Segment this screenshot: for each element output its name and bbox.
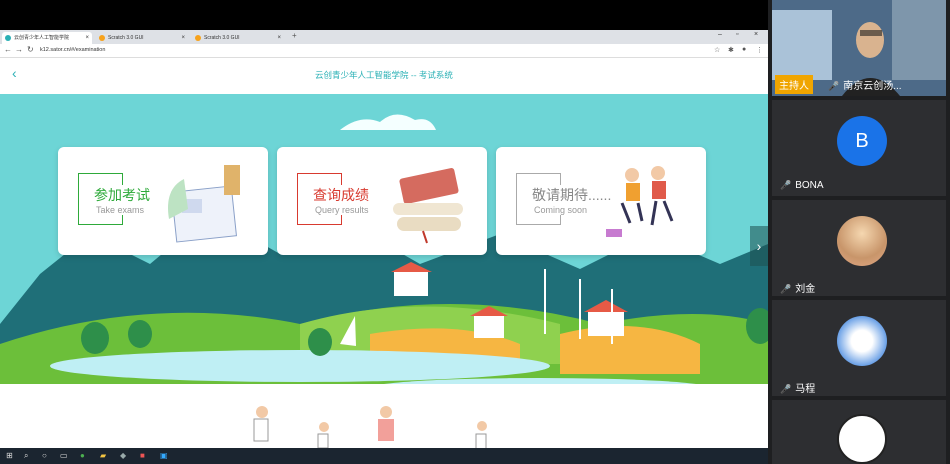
url-field[interactable]: k12.sator.cn/#/examination <box>40 47 105 53</box>
chrome-icon[interactable]: ● <box>80 451 85 460</box>
search-icon[interactable]: ⌕ <box>24 451 28 461</box>
page-header: ‹ 云创青少年人工智能学院 -- 考试系统 <box>0 58 768 94</box>
site-favicon <box>5 35 11 41</box>
tab-scratch-2[interactable]: Scratch 3.0 GUI × <box>192 32 284 44</box>
card-title-cn: 敬请期待...... <box>530 185 614 205</box>
close-icon[interactable]: × <box>277 32 281 44</box>
host-name: 🎤 南京云创汤... <box>828 81 902 92</box>
shared-screen: 云创青少年人工智能学院 × Scratch 3.0 GUI × Scratch … <box>0 0 768 464</box>
host-video-tile[interactable]: 主持人 🎤 南京云创汤... <box>772 0 946 96</box>
card-title-cn: 查询成绩 <box>311 185 371 205</box>
profile-icon[interactable]: ● <box>742 46 746 53</box>
avatar: B <box>837 116 887 166</box>
card-title-cn: 参加考试 <box>92 185 152 205</box>
avatar <box>837 414 887 464</box>
app-icon[interactable]: ◆ <box>120 451 126 460</box>
back-arrow-icon[interactable]: ← <box>4 45 12 54</box>
tab-label: 云创青少年人工智能学院 <box>14 35 70 41</box>
tab-scratch-1[interactable]: Scratch 3.0 GUI × <box>96 32 188 44</box>
card-title-en: Query results <box>313 205 371 215</box>
next-chevron-button[interactable]: › <box>750 226 768 266</box>
folder-icon[interactable]: ▰ <box>100 451 106 460</box>
star-icon[interactable]: ☆ <box>714 46 720 54</box>
browser-window: 云创青少年人工智能学院 × Scratch 3.0 GUI × Scratch … <box>0 30 768 448</box>
participant-name: 🎤 马程 <box>780 384 816 395</box>
close-icon[interactable]: × <box>181 32 185 44</box>
meeting-app-icon[interactable]: ▣ <box>160 451 168 460</box>
forward-arrow-icon[interactable]: → <box>15 45 23 54</box>
menu-icon[interactable]: ⋮ <box>756 46 763 54</box>
exam-ticket-illustration <box>168 165 240 243</box>
new-tab-button[interactable]: + <box>292 31 297 40</box>
participant-tile-bona[interactable]: B 🎤 BONA <box>772 100 946 196</box>
participant-tile-4[interactable] <box>772 400 946 464</box>
scratch-favicon <box>195 35 201 41</box>
windows-taskbar: ⊞ ⌕ ○ ▭ ● ▰ ◆ ■ ▣ <box>0 448 768 464</box>
task-view-icon[interactable]: ○ <box>42 451 47 460</box>
card-coming-soon[interactable]: 敬请期待...... Coming soon <box>496 147 706 255</box>
participant-tile-liujin[interactable]: 🎤 刘金 <box>772 200 946 296</box>
avatar <box>837 216 887 266</box>
card-take-exams[interactable]: 参加考试 Take exams <box>58 147 268 255</box>
avatar <box>837 316 887 366</box>
address-bar: ← → ↻ k12.sator.cn/#/examination ☆ ✱ ● ⋮ <box>0 44 768 58</box>
books-illustration <box>393 168 463 244</box>
tab-bar: 云创青少年人工智能学院 × Scratch 3.0 GUI × Scratch … <box>0 30 768 44</box>
jumping-kids-illustration <box>606 166 674 237</box>
extension-icon[interactable]: ✱ <box>728 46 734 54</box>
maximize-icon[interactable]: ▫ <box>736 31 738 38</box>
mic-muted-icon[interactable]: 🎤 <box>780 284 791 294</box>
landscape-background: 参加考试 Take exams 查询成绩 Query results 敬请期待.… <box>0 94 768 448</box>
close-window-icon[interactable]: × <box>754 31 758 38</box>
participant-name: 🎤 刘金 <box>780 284 816 295</box>
start-icon[interactable]: ⊞ <box>6 451 13 460</box>
close-icon[interactable]: × <box>85 32 89 44</box>
app-icon-2[interactable]: ■ <box>140 451 145 460</box>
taskview-icon[interactable]: ▭ <box>60 451 68 460</box>
mic-icon[interactable]: 🎤 <box>828 81 839 91</box>
reload-icon[interactable]: ↻ <box>27 45 34 54</box>
participant-name: 🎤 BONA <box>780 180 824 191</box>
card-query-results[interactable]: 查询成绩 Query results <box>277 147 487 255</box>
page-title: 云创青少年人工智能学院 -- 考试系统 <box>315 70 453 80</box>
scratch-favicon <box>99 35 105 41</box>
tab-exam[interactable]: 云创青少年人工智能学院 × <box>2 32 92 44</box>
meeting-participants-panel: 主持人 🎤 南京云创汤... B 🎤 BONA 🎤 刘金 🎤 马程 <box>768 0 950 464</box>
mic-muted-icon[interactable]: 🎤 <box>780 180 791 190</box>
mic-muted-icon[interactable]: 🎤 <box>780 384 791 394</box>
host-badge: 主持人 <box>775 75 813 94</box>
minimize-icon[interactable]: – <box>718 31 722 38</box>
tab-label: Scratch 3.0 GUI <box>108 35 144 41</box>
tab-label: Scratch 3.0 GUI <box>204 35 240 41</box>
exam-page: ‹ 云创青少年人工智能学院 -- 考试系统 参加考试 Take exams 查询… <box>0 58 768 448</box>
participant-tile-macheng[interactable]: 🎤 马程 <box>772 300 946 396</box>
card-title-en: Take exams <box>94 205 147 215</box>
card-title-en: Coming soon <box>532 205 590 215</box>
